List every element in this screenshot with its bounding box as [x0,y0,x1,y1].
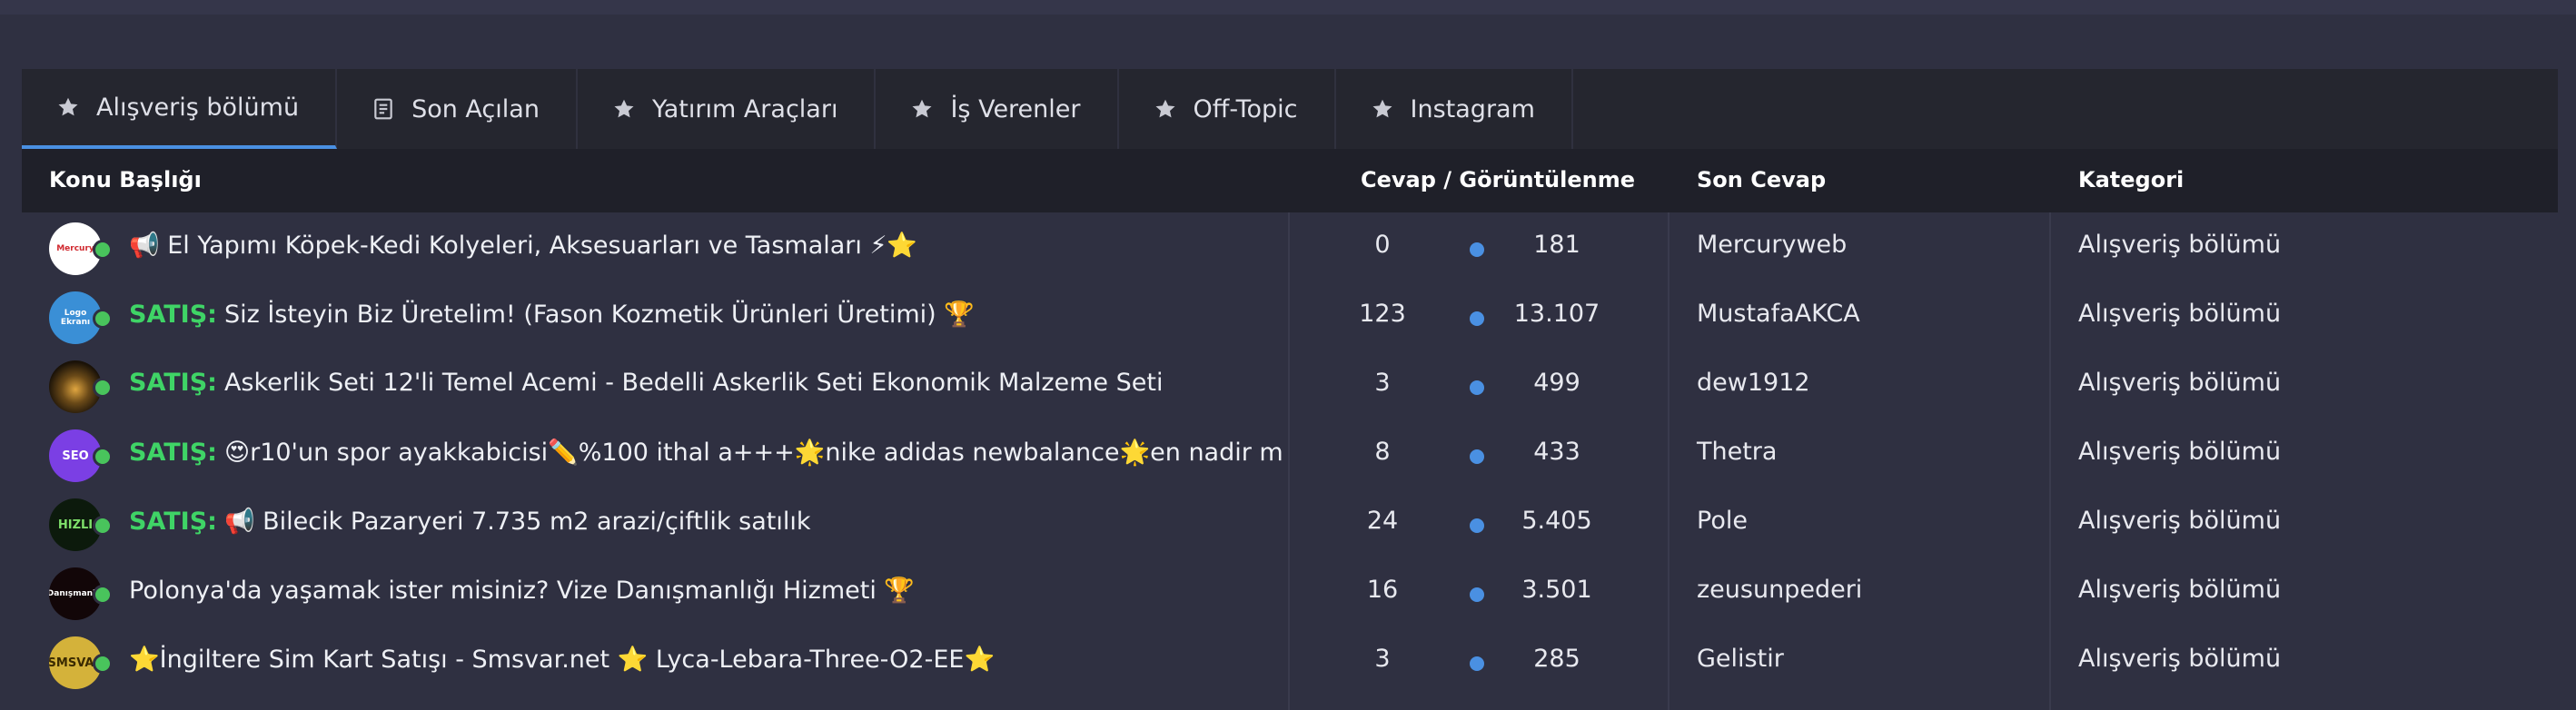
reply-count: 3 [1374,369,1391,397]
category-link[interactable]: Alışveriş bölümü [2078,369,2281,397]
reply-count: 3 [1374,645,1391,673]
sale-prefix: SATIŞ: [129,369,217,397]
last-reply-user-link[interactable]: zeusunpederi [1697,576,1862,604]
last-reply-user-link[interactable]: Thetra [1697,438,1777,466]
star-icon [612,97,636,121]
view-count: 5.405 [1521,507,1592,535]
reply-count: 8 [1374,438,1391,466]
table-header: Konu Başlığı Cevap / Görüntülenme Son Ce… [22,149,2558,212]
view-count: 499 [1533,369,1580,397]
category-link[interactable]: Alışveriş bölümü [2078,645,2281,673]
topic-title-text: Siz İsteyin Biz Üretelim! (Fason Kozmeti… [223,301,975,329]
tab-label: Alışveriş bölümü [96,93,300,122]
category-link[interactable]: Alışveriş bölümü [2078,300,2281,328]
table-row: SMSVAR ⭐İngiltere Sim Kart Satışı - Smsva… [22,626,2558,695]
top-strip [0,0,2576,15]
document-icon [372,97,395,121]
tab-i-verenler[interactable]: İş Verenler [876,69,1119,149]
topic-title-link[interactable]: ⭐İngiltere Sim Kart Satışı - Smsvar.net … [129,645,1283,681]
separator-dot-icon [1470,311,1484,326]
separator-dot-icon [1470,242,1484,257]
online-status-dot [93,585,113,605]
sale-prefix: SATIŞ: [129,439,217,467]
category-link[interactable]: Alışveriş bölümü [2078,507,2281,535]
table-row: Logo Ekranı SATIŞ: Siz İsteyin Biz Üreteli… [22,281,2558,350]
online-status-dot [93,516,113,536]
topic-title-text: ⭐İngiltere Sim Kart Satışı - Smsvar.net … [129,646,996,674]
separator-dot-icon [1470,518,1484,533]
online-status-dot [93,654,113,674]
header-last-reply: Son Cevap [1697,167,1827,192]
table-row: HIZLI SATIŞ: 📢 Bilecik Pazaryeri 7.735 m2 … [22,488,2558,557]
tab-label: Instagram [1410,94,1535,123]
header-stats: Cevap / Görüntülenme [1361,167,1636,192]
reply-count: 123 [1359,300,1406,328]
separator-dot-icon [1470,656,1484,671]
reply-count: 0 [1374,231,1391,259]
separator-dot-icon [1470,587,1484,602]
star-icon [56,95,80,119]
header-category: Kategori [2078,167,2185,192]
separator-dot-icon [1470,449,1484,464]
topic-title-link[interactable]: Polonya'da yaşamak ister misiniz? Vize D… [129,576,1283,612]
topic-title-text: Askerlik Seti 12'li Temel Acemi - Bedell… [223,369,1164,397]
topic-title-text: 📢 El Yapımı Köpek-Kedi Kolyeleri, Aksesu… [129,232,918,260]
view-count: 181 [1533,231,1580,259]
online-status-dot [93,309,113,329]
view-count: 285 [1533,645,1580,673]
table-row: Mercury 📢 El Yapımı Köpek-Kedi Kolyeleri,… [22,212,2558,281]
separator-dot-icon [1470,380,1484,395]
online-status-dot [93,240,113,260]
last-reply-user-link[interactable]: Pole [1697,507,1748,535]
tab-yat-r-m-ara-lar[interactable]: Yatırım Araçları [578,69,877,149]
topic-title-link[interactable]: SATIŞ: Siz İsteyin Biz Üretelim! (Fason K… [129,300,1283,336]
view-count: 13.107 [1513,300,1600,328]
sale-prefix: SATIŞ: [129,508,217,536]
tab-off-topic[interactable]: Off-Topic [1119,69,1336,149]
topic-title-link[interactable]: SATIŞ: 📢 Bilecik Pazaryeri 7.735 m2 arazi… [129,507,1283,543]
table-row: SATIŞ: Askerlik Seti 12'li Temel Acemi - … [22,350,2558,419]
tab-label: Son Açılan [411,94,540,123]
forum-latest-panel: Alışveriş bölümü Son Açılan Yatırım Araçla… [22,69,2558,710]
view-count: 3.501 [1521,576,1592,604]
online-status-dot [93,378,113,398]
topic-title-link[interactable]: SATIŞ: Askerlik Seti 12'li Temel Acemi - … [129,369,1283,405]
topic-title-text: Polonya'da yaşamak ister misiniz? Vize D… [129,577,916,605]
star-icon [1154,97,1177,121]
header-topic: Konu Başlığı [49,167,202,192]
view-count: 433 [1533,438,1580,466]
tab-label: Yatırım Araçları [651,94,838,123]
category-link[interactable]: Alışveriş bölümü [2078,438,2281,466]
tab-label: Off-Topic [1193,94,1298,123]
topic-title-link[interactable]: 📢 El Yapımı Köpek-Kedi Kolyeleri, Aksesu… [129,231,1283,267]
tab-son-a-lan[interactable]: Son Açılan [337,69,578,149]
last-reply-user-link[interactable]: Mercuryweb [1697,231,1847,259]
tab-al-veri-b-l-m[interactable]: Alışveriş bölümü [22,69,338,149]
last-reply-user-link[interactable]: MustafaAKCA [1697,300,1860,328]
online-status-dot [93,447,113,467]
category-link[interactable]: Alışveriş bölümü [2078,576,2281,604]
topic-title-text: 📢 Bilecik Pazaryeri 7.735 m2 arazi/çiftl… [223,508,811,536]
reply-count: 16 [1366,576,1399,604]
star-icon [1371,97,1394,121]
category-link[interactable]: Alışveriş bölümü [2078,231,2281,259]
table-row: SEO SATIŞ: 😍r10'un spor ayakkabicisi✏️%100… [22,419,2558,488]
last-reply-user-link[interactable]: dew1912 [1697,369,1810,397]
tab-label: İş Verenler [950,94,1081,123]
last-reply-user-link[interactable]: Gelistir [1697,645,1784,673]
star-icon [910,97,934,121]
tab-bar: Alışveriş bölümü Son Açılan Yatırım Araçla… [22,69,2558,149]
topic-title-text: 😍r10'un spor ayakkabicisi✏️%100 ithal a+… [223,439,1283,467]
table-row: Danışmanlık Polonya'da yaşamak ister misi… [22,557,2558,626]
tab-instagram[interactable]: Instagram [1336,69,1573,149]
topic-title-link[interactable]: SATIŞ: 😍r10'un spor ayakkabicisi✏️%100 it… [129,438,1283,474]
sale-prefix: SATIŞ: [129,301,217,329]
reply-count: 24 [1366,507,1399,535]
topic-list: Mercury 📢 El Yapımı Köpek-Kedi Kolyeleri,… [22,212,2558,710]
